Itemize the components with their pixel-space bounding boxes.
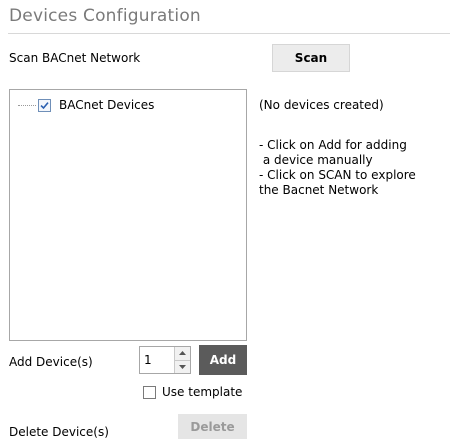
- stepper-up-button[interactable]: [175, 347, 190, 360]
- hint-add-line-2: a device manually: [259, 153, 373, 167]
- arrow-down-icon: [179, 364, 186, 369]
- tree-node-label: BACnet Devices: [59, 98, 155, 112]
- hint-scan-line-2: the Bacnet Network: [259, 183, 379, 197]
- add-button[interactable]: Add: [199, 345, 247, 375]
- scan-button[interactable]: Scan: [272, 44, 350, 72]
- add-devices-label: Add Device(s): [9, 355, 93, 369]
- tree-node-bacnet-devices[interactable]: BACnet Devices: [18, 97, 154, 113]
- quantity-stepper[interactable]: 1: [139, 346, 191, 374]
- device-tree[interactable]: BACnet Devices: [9, 89, 247, 341]
- stepper-arrows: [174, 347, 190, 373]
- hint-add-line-1: - Click on Add for adding: [259, 138, 407, 152]
- checkmark-icon: [40, 101, 49, 109]
- quantity-input[interactable]: 1: [140, 347, 174, 373]
- title-divider: [8, 33, 450, 34]
- use-template-label: Use template: [162, 385, 243, 399]
- no-devices-status: (No devices created): [259, 98, 384, 112]
- delete-button[interactable]: Delete: [178, 414, 247, 439]
- arrow-up-icon: [179, 351, 186, 356]
- tree-node-checkbox[interactable]: [38, 98, 51, 112]
- devices-configuration-panel: Devices Configuration Scan BACnet Networ…: [0, 0, 450, 439]
- scan-network-label: Scan BACnet Network: [9, 51, 141, 65]
- hint-scan-line-1: - Click on SCAN to explore: [259, 168, 416, 182]
- delete-devices-label: Delete Device(s): [9, 425, 109, 439]
- stepper-down-button[interactable]: [175, 359, 190, 373]
- section-title: Devices Configuration: [9, 6, 201, 26]
- tree-connector-line: [18, 104, 36, 106]
- use-template-option[interactable]: Use template: [143, 385, 242, 399]
- use-template-checkbox[interactable]: [143, 385, 156, 399]
